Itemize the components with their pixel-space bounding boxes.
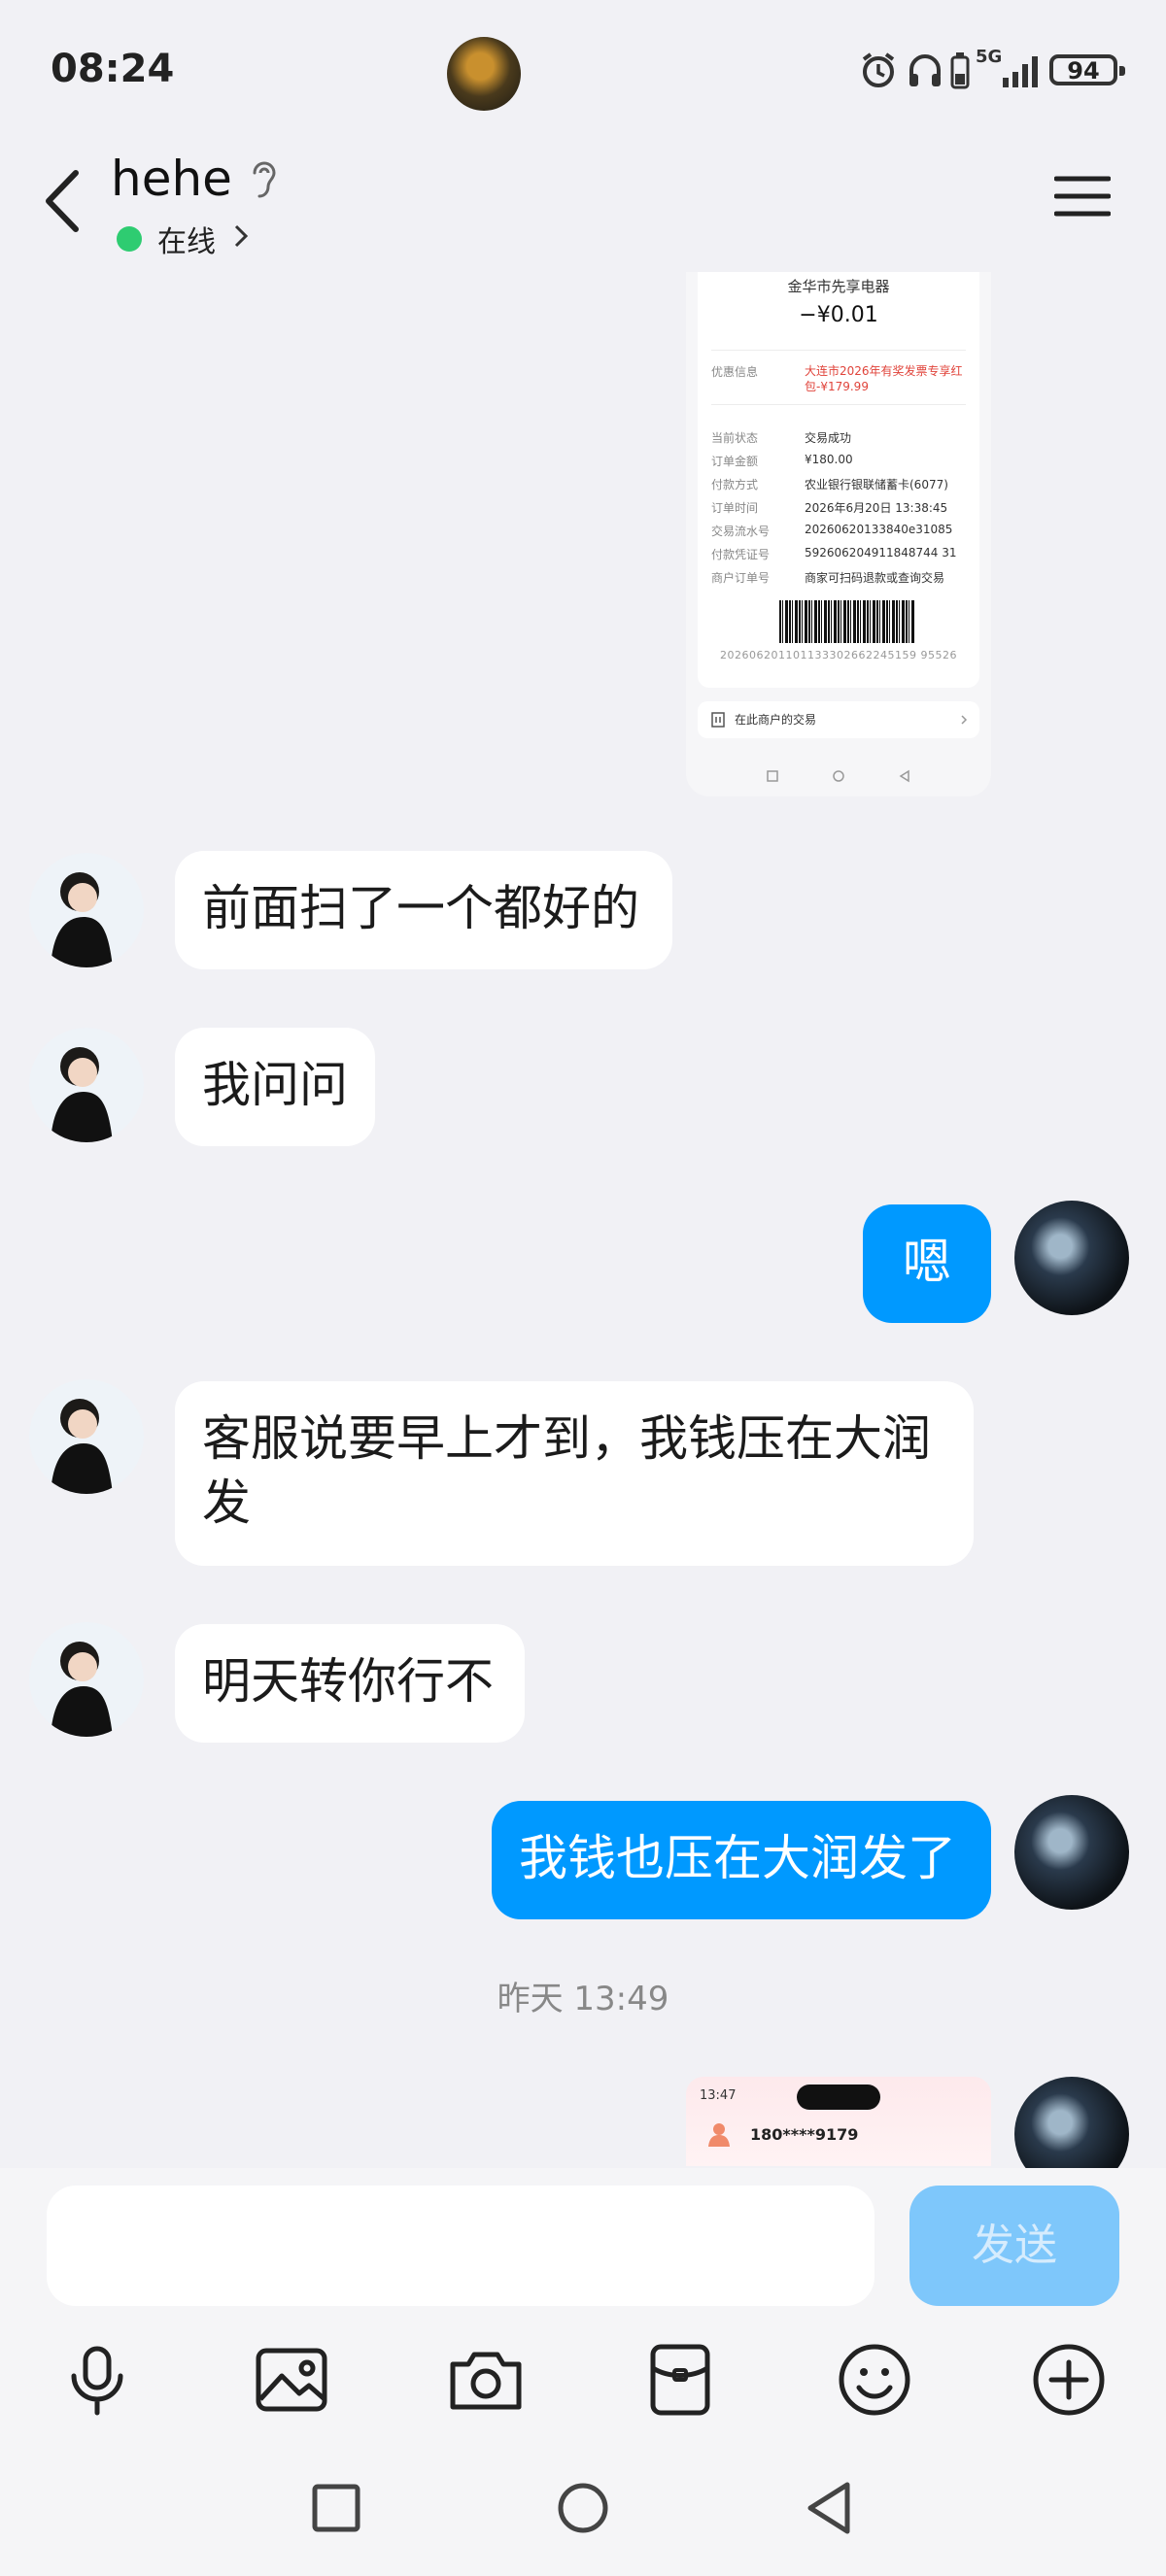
- nav-square-icon: [767, 770, 778, 782]
- mic-icon[interactable]: [58, 2341, 136, 2419]
- message-bubble-sent[interactable]: 嗯: [863, 1204, 991, 1323]
- receipt-row-key: 订单时间: [711, 501, 759, 515]
- status-center-avatar: [447, 37, 521, 111]
- chevron-right-icon[interactable]: [229, 221, 253, 251]
- receipt-row-key: 当前状态: [711, 431, 759, 445]
- receipt-amount: −¥0.01: [799, 303, 878, 327]
- battery-indicator: 94: [1049, 54, 1125, 85]
- recent-apps-icon[interactable]: [309, 2479, 363, 2537]
- contact-avatar[interactable]: [29, 853, 144, 967]
- receipt-row-value: ¥180.00: [805, 453, 853, 466]
- message-bubble-received[interactable]: 客服说要早上才到，我钱压在大润发: [175, 1381, 974, 1566]
- receipt-row-value: 交易成功: [805, 431, 852, 445]
- receipt-row-value: 592606204911848744 31: [805, 546, 957, 559]
- battery-saver-icon: [950, 52, 970, 89]
- back-icon[interactable]: [803, 2479, 857, 2537]
- my-avatar[interactable]: [1014, 1795, 1129, 1910]
- chevron-right-icon: [961, 715, 968, 725]
- message-bubble-received[interactable]: 前面扫了一个都好的: [175, 851, 672, 969]
- receipt-discount-label: 优惠信息: [711, 365, 759, 379]
- receipt-merchant: 金华市先享电器: [787, 278, 890, 295]
- receipt-row-value: 20260620133840e31085: [805, 523, 953, 536]
- receipt-card: 金华市先享电器 −¥0.01 优惠信息 大连市2026年有奖发票专享红包-¥17…: [698, 272, 979, 688]
- message-timestamp: 昨天 13:49: [497, 1980, 669, 2018]
- network-label: 5G: [976, 47, 1003, 67]
- contact-avatar[interactable]: [29, 1622, 144, 1737]
- receipt-row-key: 交易流水号: [711, 525, 771, 538]
- ear-icon[interactable]: [247, 157, 280, 202]
- status-time: 08:24: [51, 47, 175, 91]
- back-arrow-icon[interactable]: [39, 167, 87, 235]
- receipt-image-message[interactable]: 金华市先享电器 −¥0.01 优惠信息 大连市2026年有奖发票专享红包-¥17…: [686, 272, 991, 797]
- message-input[interactable]: [47, 2186, 874, 2306]
- receipt-row-key: 付款方式: [711, 478, 759, 491]
- receipt-doc-icon: [711, 712, 725, 728]
- receipt-row-value: 2026年6月20日 13:38:45: [805, 501, 948, 515]
- receipt-row-key: 订单金额: [711, 455, 759, 468]
- message-bubble-received[interactable]: 我问问: [175, 1028, 375, 1146]
- signal-icon: [1003, 56, 1038, 87]
- red-packet-icon[interactable]: [641, 2341, 719, 2419]
- menu-icon[interactable]: [1054, 173, 1111, 220]
- message-bubble-received[interactable]: 明天转你行不: [175, 1624, 525, 1743]
- barcode: [779, 600, 915, 643]
- preview-phone: 180****9179: [750, 2125, 859, 2144]
- contact-avatar[interactable]: [29, 1028, 144, 1142]
- receipt-row-value: 商家可扫码退款或查询交易: [805, 571, 945, 585]
- barcode-number: 202606201101133302662245159 95526: [720, 649, 957, 661]
- my-avatar[interactable]: [1014, 1201, 1129, 1315]
- send-button[interactable]: 发送: [909, 2186, 1119, 2306]
- preview-dynamic-island: [797, 2085, 880, 2110]
- nav-circle-icon: [833, 770, 844, 782]
- emoji-icon[interactable]: [836, 2341, 913, 2419]
- image-icon[interactable]: [253, 2341, 330, 2419]
- camera-icon[interactable]: [447, 2341, 525, 2419]
- merchant-transactions-label: 在此商户的交易: [735, 713, 817, 727]
- person-icon: [708, 2123, 730, 2147]
- message-bubble-sent[interactable]: 我钱也压在大润发了: [492, 1801, 991, 1919]
- contact-name[interactable]: hehe: [111, 151, 232, 207]
- online-status-label[interactable]: 在线: [157, 218, 216, 260]
- receipt-row-key: 商户订单号: [711, 571, 771, 585]
- nav-back-icon: [899, 769, 909, 783]
- status-icons: 5G 94: [855, 47, 1147, 93]
- merchant-transactions-link: 在此商户的交易: [698, 701, 979, 738]
- screenshot-image-message[interactable]: 13:47 180****9179: [686, 2077, 991, 2166]
- divider: [711, 350, 966, 351]
- preview-time: 13:47: [700, 2088, 737, 2103]
- divider: [711, 404, 966, 405]
- headphones-icon: [909, 54, 941, 86]
- online-status-dot: [117, 226, 142, 252]
- home-icon[interactable]: [556, 2479, 610, 2537]
- receipt-discount-value: 大连市2026年有奖发票专享红包-¥179.99: [805, 364, 963, 393]
- receipt-row-value: 农业银行银联储蓄卡(6077): [805, 478, 948, 491]
- receipt-row-key: 付款凭证号: [711, 548, 771, 561]
- alarm-icon: [862, 52, 895, 87]
- contact-avatar[interactable]: [29, 1379, 144, 1494]
- plus-icon[interactable]: [1030, 2341, 1108, 2419]
